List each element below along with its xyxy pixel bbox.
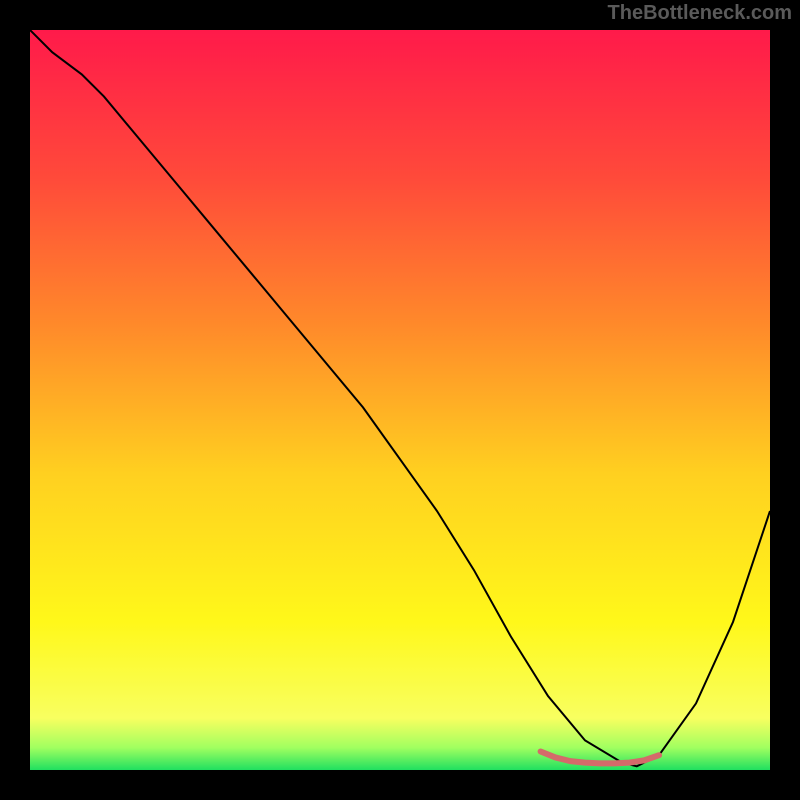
plot-area — [30, 30, 770, 770]
chart-container: TheBottleneck.com — [0, 0, 800, 800]
attribution-text: TheBottleneck.com — [608, 2, 792, 25]
chart-svg — [30, 30, 770, 770]
